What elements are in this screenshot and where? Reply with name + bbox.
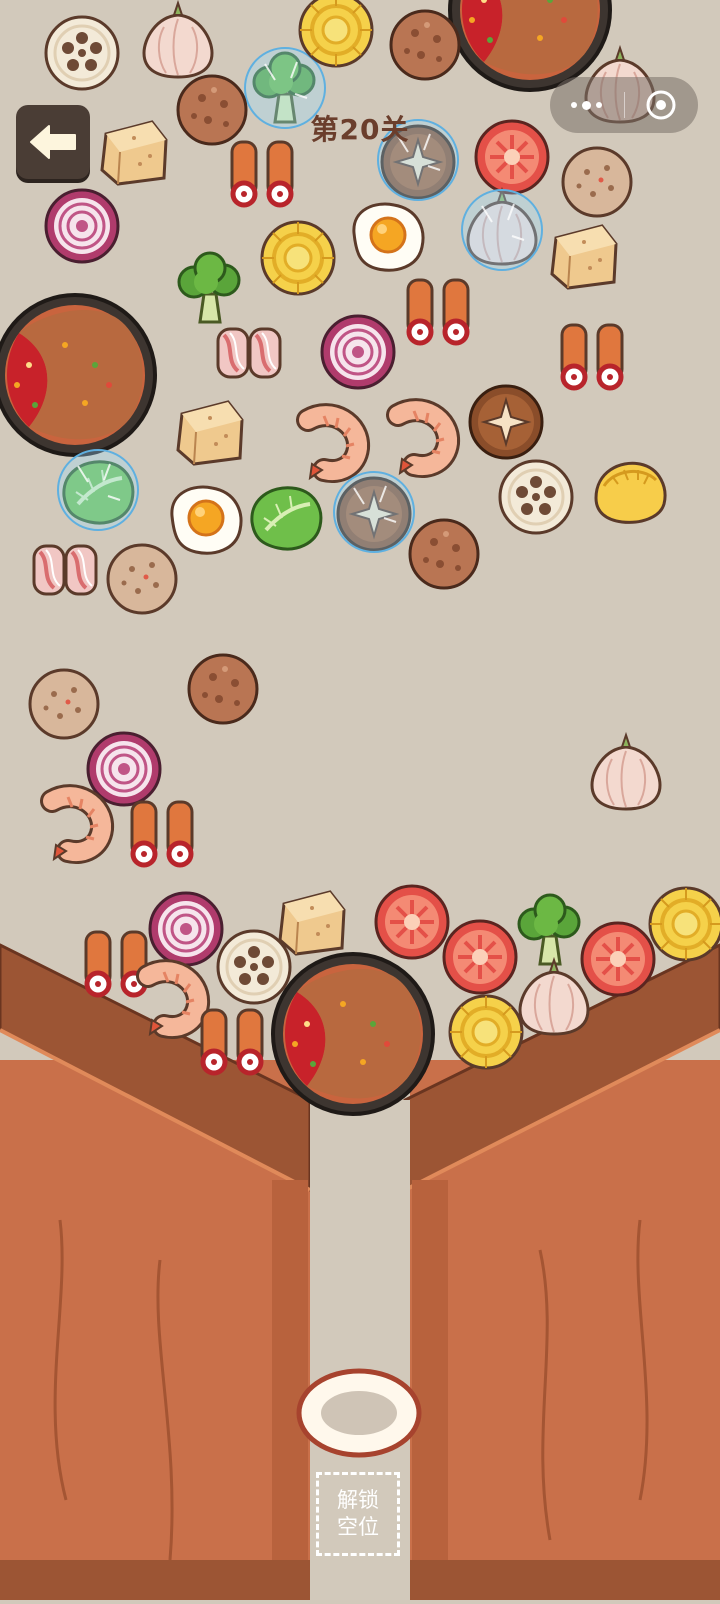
- meatball-tile[interactable]: [408, 518, 480, 590]
- shrimp-tile[interactable]: [52, 796, 102, 859]
- lotus-root-tile[interactable]: [498, 459, 574, 535]
- sausage-tile[interactable]: [232, 142, 292, 205]
- sausage-tile[interactable]: [86, 932, 146, 995]
- unlock-slot-label-line1: 解锁: [337, 1488, 379, 1512]
- tofu-tile[interactable]: [278, 890, 346, 956]
- meatball-tile[interactable]: [389, 9, 461, 81]
- game-stage: [0, 0, 720, 1600]
- shrimp-tile[interactable]: [148, 971, 198, 1034]
- ice-lock-icon[interactable]: [57, 449, 139, 531]
- shiitake-tile[interactable]: [468, 384, 544, 460]
- fishball-tile[interactable]: [106, 543, 178, 615]
- sausage-tile[interactable]: [132, 802, 192, 865]
- dumpling-tile[interactable]: [594, 461, 667, 524]
- sausage-tile[interactable]: [562, 325, 622, 388]
- fried-egg-tile[interactable]: [170, 485, 243, 555]
- tomato-tile[interactable]: [374, 884, 450, 960]
- mini-program-close-icon: [646, 90, 676, 120]
- onion-tile[interactable]: [44, 188, 120, 264]
- onion-tile[interactable]: [320, 314, 396, 390]
- more-button[interactable]: [550, 77, 624, 133]
- beef-roll-tile[interactable]: [216, 327, 282, 379]
- onion-tile[interactable]: [148, 891, 224, 967]
- garlic-tile[interactable]: [590, 733, 662, 811]
- food-tiles[interactable]: [0, 0, 720, 1116]
- unlock-slot-button[interactable]: 解锁 空位: [316, 1472, 400, 1556]
- garlic-tile[interactable]: [142, 1, 214, 79]
- ice-lock-icon[interactable]: [333, 471, 415, 553]
- onion-tile[interactable]: [86, 731, 162, 807]
- tomato-tile[interactable]: [442, 919, 518, 995]
- corn-tile[interactable]: [260, 220, 336, 296]
- lotus-root-tile[interactable]: [44, 15, 120, 91]
- collection-plate[interactable]: [296, 1368, 422, 1458]
- tofu-tile[interactable]: [550, 224, 618, 290]
- mini-program-capsule: [550, 77, 698, 133]
- corn-tile[interactable]: [448, 994, 524, 1070]
- garlic-tile[interactable]: [518, 958, 590, 1036]
- hotpot-tile[interactable]: [0, 293, 157, 457]
- fishball-tile[interactable]: [28, 668, 100, 740]
- sausage-tile[interactable]: [408, 280, 468, 343]
- hotpot-tile[interactable]: [271, 952, 435, 1116]
- lotus-root-tile[interactable]: [216, 929, 292, 1005]
- close-button[interactable]: [625, 77, 699, 133]
- unlock-slot-label-line2: 空位: [337, 1515, 379, 1539]
- broccoli-tile[interactable]: [177, 251, 241, 324]
- corn-tile[interactable]: [298, 0, 374, 68]
- more-dots-icon: [571, 100, 603, 110]
- fried-egg-tile[interactable]: [352, 202, 425, 272]
- shrimp-tile[interactable]: [398, 410, 448, 473]
- corn-tile[interactable]: [648, 886, 720, 962]
- meatball-tile[interactable]: [187, 653, 259, 725]
- ice-lock-icon[interactable]: [461, 189, 543, 271]
- game-scene: [0, 0, 720, 1600]
- beef-roll-tile[interactable]: [32, 544, 98, 596]
- lettuce-tile[interactable]: [249, 485, 323, 552]
- shrimp-tile[interactable]: [308, 415, 358, 478]
- fishball-tile[interactable]: [561, 146, 633, 218]
- tomato-tile[interactable]: [580, 921, 656, 997]
- broccoli-tile[interactable]: [517, 893, 581, 966]
- tofu-tile[interactable]: [176, 400, 244, 466]
